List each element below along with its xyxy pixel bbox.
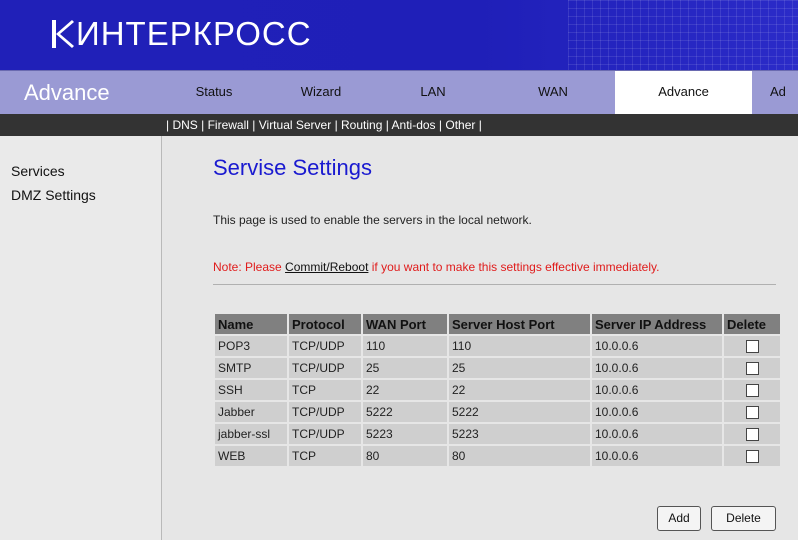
logo-text: ИНТЕРКРОСС (76, 15, 312, 52)
cell-name: POP3 (215, 336, 287, 356)
cell-protocol: TCP (289, 446, 361, 466)
cell-name: WEB (215, 446, 287, 466)
table-row: WEB TCP 80 80 10.0.0.6 (215, 446, 780, 466)
tab-wizard[interactable]: Wizard (261, 71, 381, 115)
subnav-link-dns[interactable]: DNS (172, 118, 197, 132)
cell-wan-port: 80 (363, 446, 447, 466)
commit-reboot-link[interactable]: Commit/Reboot (285, 260, 368, 274)
subnav-link-virtual-server[interactable]: Virtual Server (259, 118, 331, 132)
tab-status[interactable]: Status (154, 71, 274, 115)
sub-nav-links: | DNS | Firewall | Virtual Server | Rout… (166, 114, 482, 136)
delete-button[interactable]: Delete (711, 506, 776, 531)
page-title: Servise Settings (213, 155, 372, 180)
sub-nav: | DNS | Firewall | Virtual Server | Rout… (0, 114, 798, 136)
cell-host-port: 80 (449, 446, 590, 466)
table-row: POP3 TCP/UDP 110 110 10.0.0.6 (215, 336, 780, 356)
banner-grid-pattern (568, 0, 798, 70)
cell-host-port: 5222 (449, 402, 590, 422)
note-text: Note: Please Commit/Reboot if you want t… (213, 260, 659, 274)
sidebar-item-dmz-settings[interactable]: DMZ Settings (11, 187, 96, 203)
tab-lan[interactable]: LAN (373, 71, 493, 115)
tab-advance[interactable]: Advance (615, 71, 752, 115)
cell-protocol: TCP/UDP (289, 402, 361, 422)
cell-ip: 10.0.0.6 (592, 424, 722, 444)
cell-name: SMTP (215, 358, 287, 378)
add-button[interactable]: Add (657, 506, 701, 531)
logo: ИНТЕРКРОСС (52, 15, 312, 52)
column-header-name: Name (215, 314, 287, 334)
delete-checkbox[interactable] (745, 406, 759, 420)
cell-ip: 10.0.0.6 (592, 336, 722, 356)
cell-wan-port: 25 (363, 358, 447, 378)
sidebar-item-services[interactable]: Services (11, 163, 65, 179)
cell-delete (724, 380, 780, 400)
cell-ip: 10.0.0.6 (592, 446, 722, 466)
table-row: SMTP TCP/UDP 25 25 10.0.0.6 (215, 358, 780, 378)
cell-host-port: 25 (449, 358, 590, 378)
separator: | (478, 118, 482, 132)
column-header-delete: Delete (724, 314, 780, 334)
cell-wan-port: 5223 (363, 424, 447, 444)
cell-protocol: TCP/UDP (289, 358, 361, 378)
page-description: This page is used to enable the servers … (213, 213, 532, 227)
cell-name: jabber-ssl (215, 424, 287, 444)
delete-checkbox[interactable] (745, 450, 759, 464)
cell-wan-port: 110 (363, 336, 447, 356)
subnav-link-firewall[interactable]: Firewall (208, 118, 249, 132)
section-title: Advance (24, 80, 110, 105)
subnav-link-anti-dos[interactable]: Anti-dos (392, 118, 436, 132)
cell-delete (724, 402, 780, 422)
cell-wan-port: 22 (363, 380, 447, 400)
cell-protocol: TCP (289, 380, 361, 400)
cell-name: Jabber (215, 402, 287, 422)
cell-host-port: 22 (449, 380, 590, 400)
cell-delete (724, 446, 780, 466)
column-header-server-ip-address: Server IP Address (592, 314, 722, 334)
column-header-wan-port: WAN Port (363, 314, 447, 334)
cell-name: SSH (215, 380, 287, 400)
column-header-protocol: Protocol (289, 314, 361, 334)
tab-wan[interactable]: WAN (493, 71, 613, 115)
column-header-server-host-port: Server Host Port (449, 314, 590, 334)
cell-host-port: 5223 (449, 424, 590, 444)
cell-ip: 10.0.0.6 (592, 380, 722, 400)
subnav-link-routing[interactable]: Routing (341, 118, 382, 132)
table-row: jabber-ssl TCP/UDP 5223 5223 10.0.0.6 (215, 424, 780, 444)
divider (213, 284, 776, 285)
cell-wan-port: 5222 (363, 402, 447, 422)
delete-checkbox[interactable] (745, 362, 759, 376)
note-prefix: Note: Please (213, 260, 286, 274)
cell-ip: 10.0.0.6 (592, 402, 722, 422)
cell-delete (724, 336, 780, 356)
top-nav: Advance Status Wizard LAN WAN Advance Ad (0, 70, 798, 115)
table-row: Jabber TCP/UDP 5222 5222 10.0.0.6 (215, 402, 780, 422)
delete-checkbox[interactable] (745, 384, 759, 398)
note-suffix: if you want to make this settings effect… (368, 260, 660, 274)
tab-admin[interactable]: Ad (770, 71, 798, 115)
cell-delete (724, 424, 780, 444)
header-banner: ИНТЕРКРОСС (0, 0, 798, 70)
cell-ip: 10.0.0.6 (592, 358, 722, 378)
cell-protocol: TCP/UDP (289, 424, 361, 444)
logo-mark-icon (52, 18, 74, 50)
delete-checkbox[interactable] (745, 340, 759, 354)
cell-protocol: TCP/UDP (289, 336, 361, 356)
services-table: Name Protocol WAN Port Server Host Port … (213, 312, 782, 468)
subnav-link-other[interactable]: Other (445, 118, 475, 132)
cell-delete (724, 358, 780, 378)
delete-checkbox[interactable] (745, 428, 759, 442)
table-row: SSH TCP 22 22 10.0.0.6 (215, 380, 780, 400)
table-header-row: Name Protocol WAN Port Server Host Port … (215, 314, 780, 334)
cell-host-port: 110 (449, 336, 590, 356)
sidebar: Services DMZ Settings (0, 136, 162, 540)
